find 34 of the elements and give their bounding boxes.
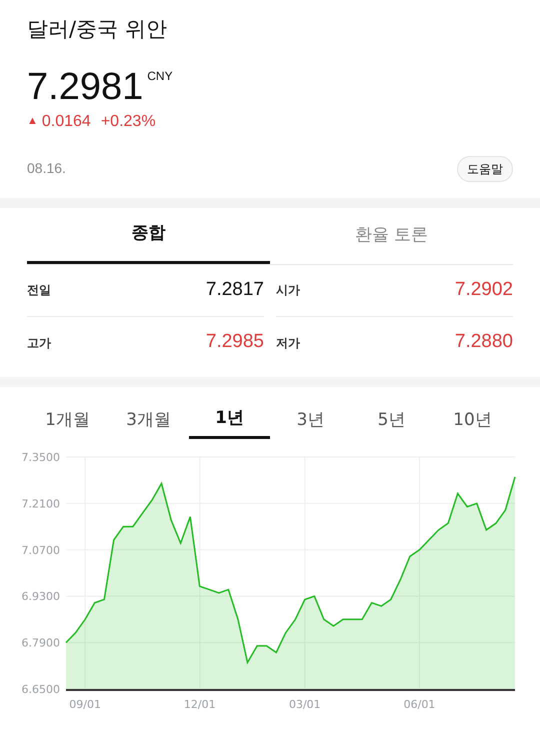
stat-value: 7.2817 (206, 278, 264, 302)
period-tab[interactable]: 10년 (432, 402, 513, 438)
page-title: 달러/중국 위안 (27, 16, 168, 43)
stat-label: 전일 (27, 282, 51, 299)
price-value: 7.2981 (27, 66, 144, 108)
period-tab[interactable]: 1년 (189, 402, 270, 438)
y-axis-label: 6.6500 (22, 682, 60, 696)
x-axis-label: 12/01 (184, 698, 216, 710)
stat-label: 저가 (276, 334, 300, 352)
stat-value: 7.2902 (454, 278, 513, 302)
tab[interactable]: 환율 토론 (270, 208, 513, 264)
stat-label: 시가 (276, 282, 300, 299)
help-button[interactable]: 도움말 (457, 156, 513, 182)
x-axis-label: 09/01 (69, 698, 101, 710)
change-percent: +0.23% (100, 112, 156, 132)
stat-label: 고가 (27, 334, 51, 352)
y-axis-label: 7.2100 (22, 496, 60, 510)
stat-value: 7.2985 (206, 330, 264, 354)
y-axis-label: 7.0700 (22, 543, 60, 556)
y-axis-label: 7.3500 (22, 450, 60, 464)
period-tab[interactable]: 3개월 (108, 402, 189, 438)
currency-unit: CNY (147, 68, 173, 84)
date-text: 08.16. (27, 159, 66, 178)
stat-value: 7.2880 (454, 330, 513, 354)
y-axis-label: 6.9300 (22, 590, 60, 603)
change-amount: 0.0164 (42, 112, 91, 132)
period-tab[interactable]: 3년 (270, 402, 351, 438)
period-tab[interactable]: 1개월 (27, 402, 108, 438)
period-tab[interactable]: 5년 (351, 402, 432, 438)
y-axis-label: 6.7900 (22, 636, 60, 650)
tab[interactable]: 종합 (27, 208, 270, 264)
up-arrow: ▲ (27, 114, 38, 130)
x-axis-label: 03/01 (288, 698, 321, 710)
x-axis-label: 06/01 (404, 698, 436, 710)
